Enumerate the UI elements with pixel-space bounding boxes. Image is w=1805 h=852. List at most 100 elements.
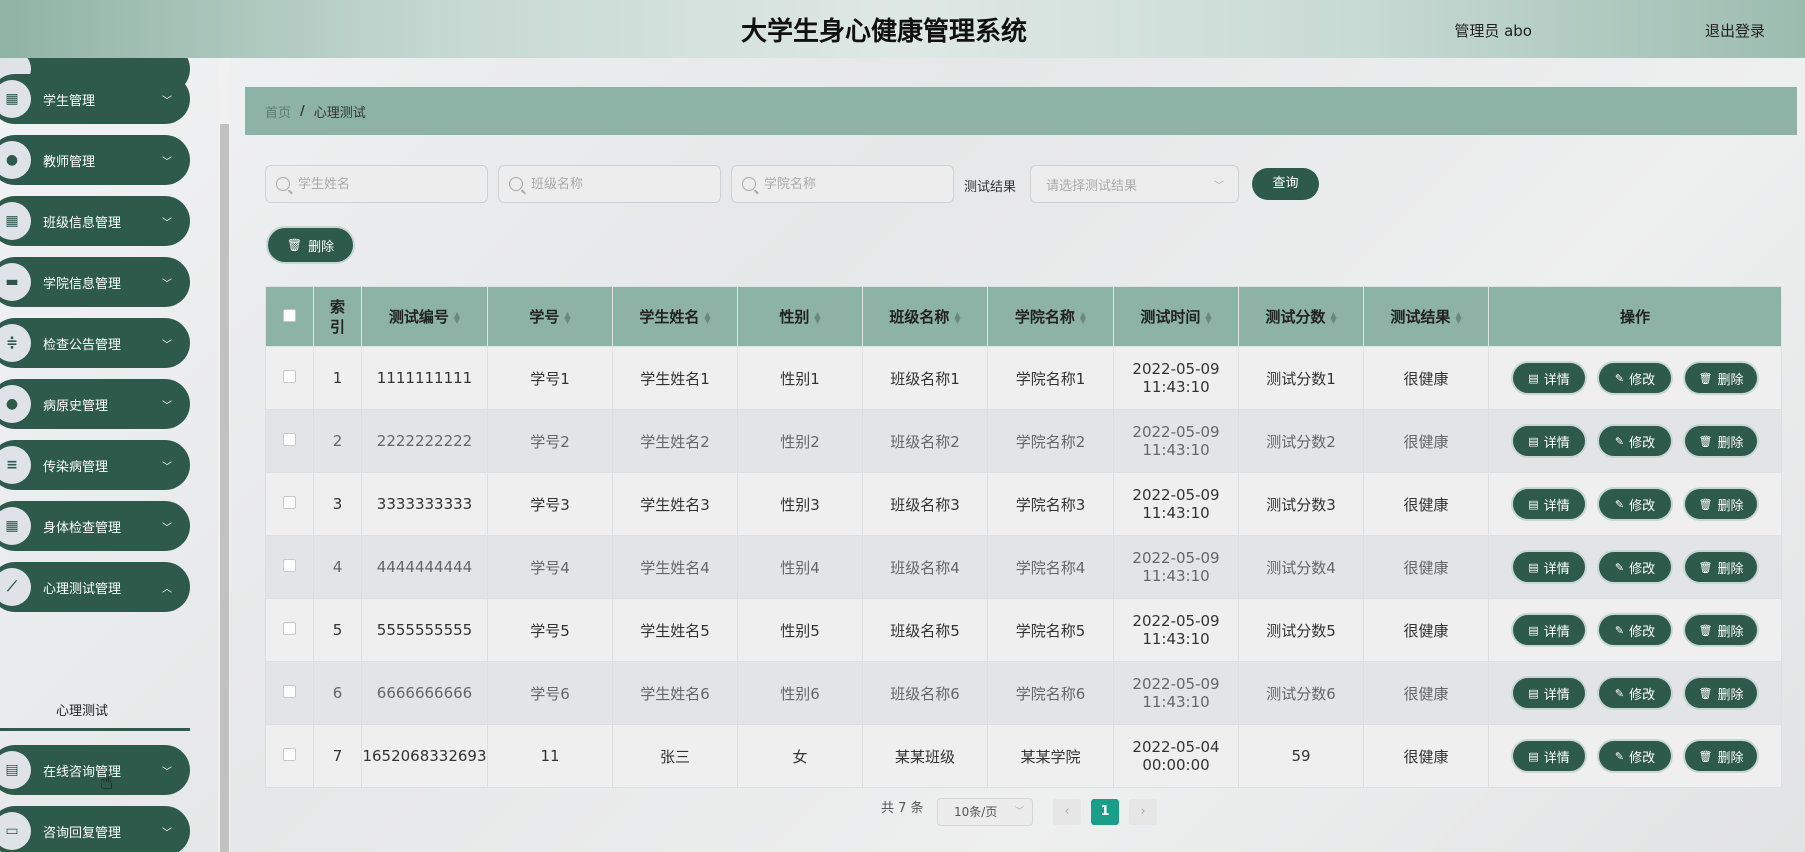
logout-link[interactable]: 退出登录 [1705,20,1765,41]
cell-gender: 性别1 [737,346,863,410]
sidebar-item-consultation[interactable]: ▤ 在线咨询管理 ﹀ [0,745,190,795]
class-name-search[interactable] [498,165,721,203]
college-name-input[interactable] [764,176,934,192]
sidebar-item-students[interactable]: ▦ 学生管理 ﹀ [0,74,190,124]
submenu-item-psych-test[interactable]: 心理测试 [0,696,190,728]
class-name-input[interactable] [531,176,701,192]
student-name-input[interactable] [298,176,468,192]
cell-college: 学院名称1 [987,346,1114,410]
delete-button[interactable]: 🗑 删除 [1685,678,1757,708]
select-all-checkbox[interactable] [283,308,296,322]
col-time[interactable]: 测试时间 ▲ ▼ [1113,286,1239,347]
col-college[interactable]: 学院名称 ▲ ▼ [987,286,1114,347]
sidebar-item-colleges[interactable]: ▬ 学院信息管理 ﹀ [0,257,190,307]
detail-button[interactable]: ▤ 详情 [1513,552,1585,582]
next-page-button[interactable]: › [1129,799,1157,825]
page-size-select[interactable]: 10条/页 ﹀ [937,798,1033,826]
sidebar-item-infectious[interactable]: ≡ 传染病管理 ﹀ [0,440,190,490]
col-actions: 操作 [1488,286,1782,347]
sidebar-item-psych-test[interactable]: ⟋ 心理测试管理 ︿ [0,562,190,612]
batch-delete-button[interactable]: 🗑 删除 [268,228,353,262]
row-checkbox[interactable] [283,433,296,446]
cell-student-no: 11 [487,724,613,788]
breadcrumb: 首页 / 心理测试 [245,87,1797,135]
sort-icon[interactable]: ▲ ▼ [954,310,960,324]
sidebar-scrollbar-thumb[interactable] [220,124,229,852]
detail-button[interactable]: ▤ 详情 [1513,741,1585,771]
chevron-down-icon: ﹀ [1214,181,1224,192]
table-row: 3 3333333333 学号3 学生姓名3 性别3 班级名称3 学院名称3 2022-05-… [265,472,1782,536]
row-checkbox[interactable] [283,559,296,572]
pencil-icon: ✎ [1614,623,1625,637]
cell-result: 很健康 [1363,346,1489,410]
edit-button[interactable]: ✎ 修改 [1599,489,1671,519]
sort-icon[interactable]: ▲ ▼ [704,310,710,324]
col-student-no[interactable]: 学号 ▲ ▼ [487,286,613,347]
detail-button[interactable]: ▤ 详情 [1513,489,1585,519]
row-checkbox[interactable] [283,496,296,509]
sidebar-item-physical-exam[interactable]: ▦ 身体检查管理 ﹀ [0,501,190,551]
detail-button[interactable]: ▤ 详情 [1513,678,1585,708]
search-icon [509,177,523,191]
table-row: 1 1111111111 学号1 学生姓名1 性别1 班级名称1 学院名称1 2022-05-… [265,346,1782,410]
row-checkbox[interactable] [283,622,296,635]
delete-button[interactable]: 🗑 删除 [1685,615,1757,645]
breadcrumb-home[interactable]: 首页 [265,102,291,121]
col-code[interactable]: 测试编号 ▲ ▼ [361,286,488,347]
col-result[interactable]: 测试结果 ▲ ▼ [1363,286,1489,347]
sidebar-item-announcements[interactable]: ≑ 检查公告管理 ﹀ [0,318,190,368]
query-button[interactable]: 查询 [1252,168,1319,200]
edit-button[interactable]: ✎ 修改 [1599,741,1671,771]
row-checkbox[interactable] [283,685,296,698]
sort-icon[interactable]: ▲ ▼ [1080,310,1086,324]
result-select[interactable]: 请选择测试结果 ﹀ [1030,165,1239,203]
cell-student-no: 学号3 [487,472,613,536]
sort-icon[interactable]: ▲ ▼ [814,310,820,324]
sidebar-item-label: 学院信息管理 [43,276,122,292]
detail-button[interactable]: ▤ 详情 [1513,363,1585,393]
row-checkbox[interactable] [283,748,296,761]
trash-icon: 🗑 [1698,434,1713,448]
sort-icon[interactable]: ▲ ▼ [564,310,570,324]
delete-button[interactable]: 🗑 删除 [1685,489,1757,519]
col-student-name[interactable]: 学生姓名 ▲ ▼ [612,286,738,347]
cell-time: 2022-05-09 11:43:10 [1113,598,1239,662]
cell-result: 很健康 [1363,472,1489,536]
cell-result: 很健康 [1363,598,1489,662]
edit-button[interactable]: ✎ 修改 [1599,552,1671,582]
row-checkbox[interactable] [283,370,296,383]
delete-button[interactable]: 🗑 删除 [1685,426,1757,456]
sidebar-item-teachers[interactable]: ● 教师管理 ﹀ [0,135,190,185]
delete-button[interactable]: 🗑 删除 [1685,741,1757,771]
pencil-icon: ✎ [1614,749,1625,763]
chevron-down-icon: ﹀ [1014,807,1024,817]
cell-index: 4 [313,535,362,599]
prev-page-button[interactable]: ‹ [1053,799,1081,825]
sort-icon[interactable]: ▲ ▼ [1205,310,1211,324]
sort-icon[interactable]: ▲ ▼ [1455,310,1461,324]
delete-label: 删除 [1717,435,1744,451]
student-name-search[interactable] [265,165,488,203]
college-name-search[interactable] [731,165,954,203]
edit-button[interactable]: ✎ 修改 [1599,363,1671,393]
detail-button[interactable]: ▤ 详情 [1513,426,1585,456]
sort-icon[interactable]: ▲ ▼ [1330,310,1336,324]
edit-button[interactable]: ✎ 修改 [1599,678,1671,708]
sidebar-item-medical-history[interactable]: ● 病原史管理 ﹀ [0,379,190,429]
edit-button[interactable]: ✎ 修改 [1599,615,1671,645]
detail-button[interactable]: ▤ 详情 [1513,615,1585,645]
sidebar-item-reply[interactable]: ▭ 咨询回复管理 ﹀ [0,806,190,852]
delete-button[interactable]: 🗑 删除 [1685,552,1757,582]
col-class[interactable]: 班级名称 ▲ ▼ [862,286,988,347]
user-icon: ● [0,385,31,423]
sort-icon[interactable]: ▲ ▼ [454,310,460,324]
cell-class: 班级名称6 [862,661,988,725]
delete-button[interactable]: 🗑 删除 [1685,363,1757,393]
cell-time: 2022-05-09 11:43:10 [1113,535,1239,599]
col-score[interactable]: 测试分数 ▲ ▼ [1238,286,1364,347]
edit-label: 修改 [1629,435,1656,451]
page-1-button[interactable]: 1 [1091,799,1119,825]
col-gender[interactable]: 性别 ▲ ▼ [737,286,863,347]
edit-button[interactable]: ✎ 修改 [1599,426,1671,456]
sidebar-item-classes[interactable]: ▦ 班级信息管理 ﹀ [0,196,190,246]
